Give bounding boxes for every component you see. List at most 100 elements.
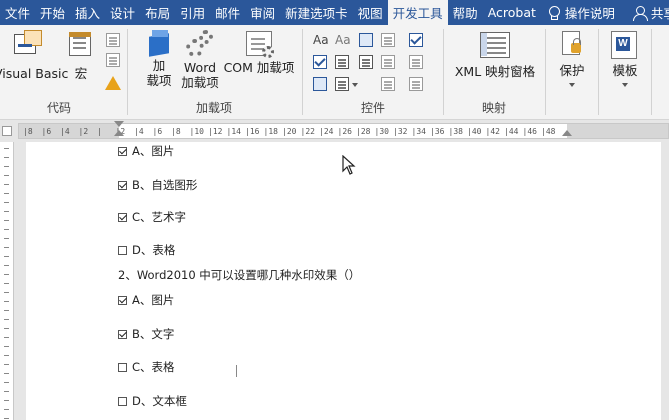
word-addins-button[interactable]: Word 加载项: [180, 28, 220, 90]
ruler-tick-label: |22: [300, 127, 315, 136]
combo-box-control-icon[interactable]: [335, 55, 349, 69]
group-templates: W 模板: [599, 25, 649, 120]
group-icon[interactable]: [409, 77, 423, 91]
legacy-tools-icon[interactable]: [335, 77, 358, 91]
list-item: C、表格: [118, 359, 175, 375]
protect-label: 保护: [559, 63, 585, 78]
rich-text-content-control-icon[interactable]: Aa: [313, 33, 329, 47]
vertical-ruler-mark: [4, 166, 9, 167]
templates-button[interactable]: W 模板: [605, 28, 645, 93]
ruler-tick-label: |10: [189, 127, 204, 136]
tab-acrobat[interactable]: Acrobat: [483, 0, 541, 25]
ruler-tick-label: |40: [467, 127, 482, 136]
group-addins: 加 载项 Word 加载项 COM 加载项 加载项: [128, 25, 300, 120]
checkbox-content-control-icon[interactable]: [313, 55, 327, 69]
vertical-ruler-mark: [4, 373, 9, 374]
option-text: C、表格: [132, 360, 175, 374]
addins-button[interactable]: 加 载项: [142, 28, 176, 88]
macros-icon: [67, 30, 95, 58]
tab-help[interactable]: 帮助: [448, 0, 483, 25]
tab-layout[interactable]: 布局: [140, 0, 175, 25]
ruler-tick-label: |32: [393, 127, 408, 136]
checkbox[interactable]: [118, 212, 127, 222]
properties-icon[interactable]: [409, 55, 423, 69]
checkbox[interactable]: [118, 245, 127, 255]
date-picker-control-icon[interactable]: [381, 55, 395, 69]
right-indent-marker[interactable]: [562, 130, 572, 136]
ruler-tick-label: |46: [522, 127, 537, 136]
macro-security-warning-icon[interactable]: [105, 76, 121, 90]
group-addins-label: 加载项: [195, 101, 232, 115]
vertical-ruler-mark: [4, 328, 9, 329]
question-text: 2、Word2010 中可以设置哪几种水印效果（）: [118, 268, 361, 282]
building-block-control-icon[interactable]: [381, 33, 395, 47]
ruler-tick-label: |34: [411, 127, 426, 136]
checkbox[interactable]: [118, 295, 127, 305]
ruler-tick-label: |4: [134, 127, 144, 136]
vertical-ruler-mark: [4, 355, 9, 356]
vertical-ruler-mark: [4, 382, 9, 383]
checkbox[interactable]: [118, 329, 127, 339]
checkbox[interactable]: [118, 180, 127, 190]
vertical-ruler-mark: [4, 346, 9, 347]
group-control-icon[interactable]: [381, 77, 395, 91]
vertical-ruler-mark: [4, 247, 9, 248]
vertical-ruler-mark: [4, 220, 9, 221]
first-line-indent-marker[interactable]: [114, 121, 124, 127]
vertical-ruler-mark: [4, 274, 9, 275]
visual-basic-button[interactable]: Visual Basic: [0, 28, 68, 81]
vertical-ruler-mark: [4, 211, 9, 212]
chevron-down-icon: [569, 83, 575, 90]
ruler-area: |8 |6 |4 |2 | |2 |4 |6 |8 |10 |12 |14 |16 |18 |20 |22 |2…: [0, 120, 669, 142]
pause-recording-icon[interactable]: [106, 53, 120, 67]
checkbox[interactable]: [118, 146, 127, 156]
option-text: D、表格: [132, 243, 176, 257]
tab-insert[interactable]: 插入: [70, 0, 105, 25]
tab-selector[interactable]: [2, 126, 12, 136]
hanging-indent-marker[interactable]: [114, 130, 124, 136]
document-page[interactable]: A、图片 B、自选图形 C、艺术字 D、表格 2、Word2010 中可以设置哪…: [26, 142, 661, 420]
tab-view[interactable]: 视图: [353, 0, 388, 25]
checkbox[interactable]: [118, 396, 127, 406]
tab-references[interactable]: 引用: [175, 0, 210, 25]
option-text: D、文本框: [132, 394, 187, 408]
tab-file[interactable]: 文件: [0, 0, 35, 25]
tab-review[interactable]: 审阅: [245, 0, 280, 25]
xml-mapping-pane-button[interactable]: XML 映射窗格: [450, 28, 540, 79]
word-template-icon: W: [611, 31, 639, 59]
templates-label: 模板: [612, 63, 638, 78]
tab-mailings[interactable]: 邮件: [210, 0, 245, 25]
group-mapping: XML 映射窗格 映射: [444, 25, 544, 120]
vertical-ruler-mark: [4, 409, 9, 410]
record-macro-icon[interactable]: [106, 33, 120, 47]
tell-me[interactable]: 操作说明 共享: [547, 0, 669, 25]
tab-design[interactable]: 设计: [105, 0, 140, 25]
list-item: A、图片: [118, 292, 174, 308]
repeating-section-control-icon[interactable]: [313, 77, 327, 91]
picture-content-control-icon[interactable]: [359, 33, 373, 47]
protect-button[interactable]: 保护: [552, 28, 592, 93]
option-text: A、图片: [132, 293, 175, 307]
list-item: D、文本框: [118, 393, 187, 409]
tab-developer[interactable]: 开发工具: [387, 0, 448, 25]
addins-cube-icon: [147, 30, 171, 57]
plain-text-content-control-icon[interactable]: Aa: [335, 33, 351, 47]
tab-home[interactable]: 开始: [35, 0, 70, 25]
tab-new-tab[interactable]: 新建选项卡: [280, 0, 353, 25]
com-addins-button[interactable]: COM 加载项: [222, 28, 296, 75]
share-button[interactable]: 共享: [651, 3, 669, 22]
ruler-tick-label: |30: [374, 127, 389, 136]
group-code: Visual Basic 宏 代码: [0, 25, 121, 120]
ruler-tick-label: |20: [282, 127, 297, 136]
vertical-ruler[interactable]: [0, 142, 14, 420]
macros-button[interactable]: 宏: [64, 28, 98, 81]
design-mode-icon[interactable]: [409, 33, 423, 47]
ruler-tick-label: |12: [208, 127, 223, 136]
option-text: C、艺术字: [132, 210, 187, 224]
vertical-ruler-mark: [4, 238, 9, 239]
tell-me-label: 操作说明: [564, 6, 615, 21]
gears-icon: [186, 30, 214, 58]
checkbox[interactable]: [118, 362, 127, 372]
share-person-icon: [632, 5, 648, 21]
dropdown-list-control-icon[interactable]: [359, 55, 373, 69]
